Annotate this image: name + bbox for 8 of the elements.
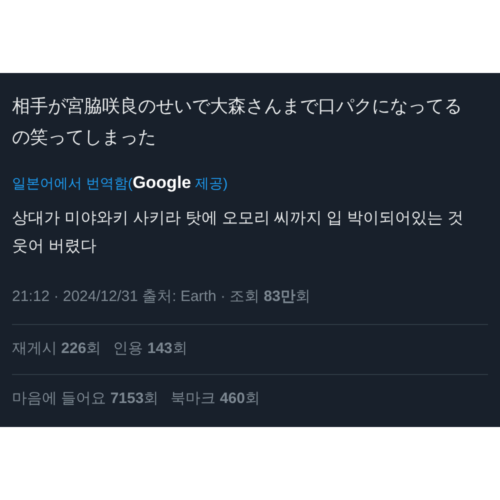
translation-note[interactable]: 일본어에서 번역함(Google 제공) (12, 173, 488, 193)
stat-count[interactable]: 마음에 들어요 7153회 (12, 389, 159, 408)
stat-count[interactable]: 인용 143회 (113, 339, 188, 358)
stat-count[interactable]: 북마크 460회 (170, 389, 260, 408)
stat-count[interactable]: 재게시 226회 (12, 339, 102, 358)
tweet-meta: 21:12 · 2024/12/31 출처: Earth · 조회 83만회 (12, 287, 488, 325)
translated-text: 상대가 미야와키 사키라 탓에 오모리 씨까지 입 박이되어있는 것 웃어 버렸다 (12, 209, 465, 257)
tweet-text: 相手が宮脇咲良のせいで大森さんまで口パクになってるの笑ってしまった (12, 95, 463, 149)
